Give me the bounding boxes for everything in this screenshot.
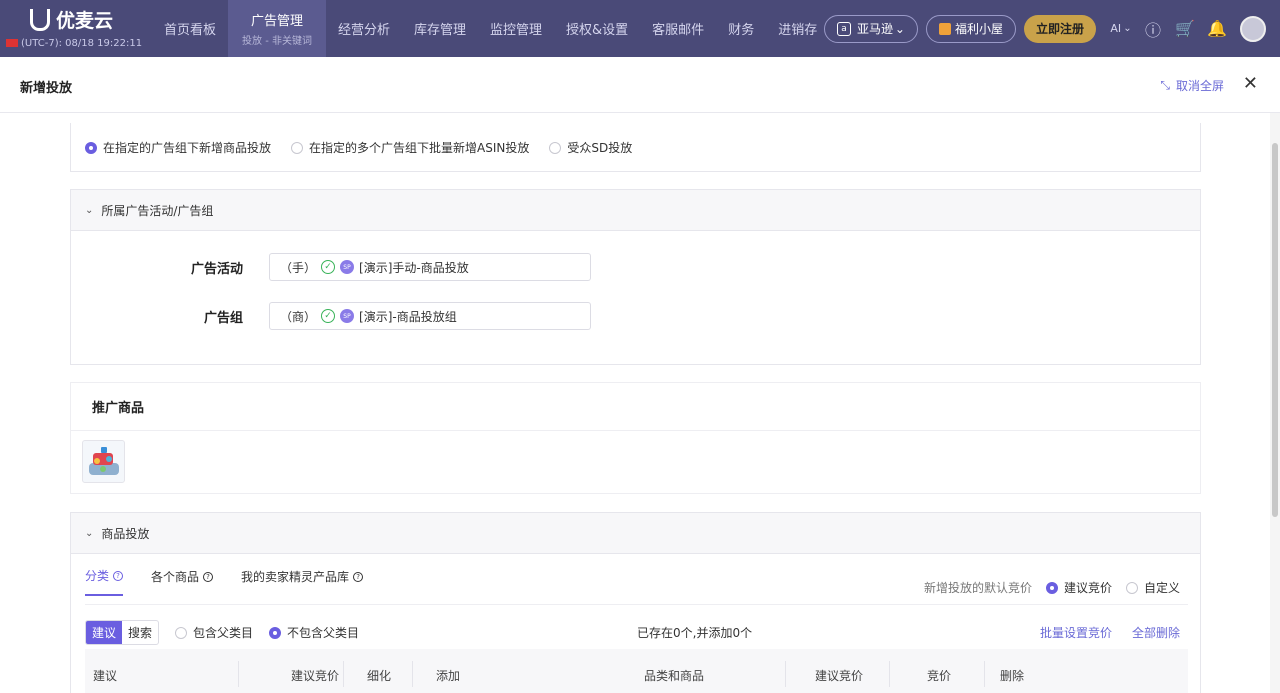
campaign-section-header[interactable]: ⌄ 所属广告活动/广告组 — [71, 190, 1200, 231]
register-button[interactable]: 立即注册 — [1023, 14, 1096, 43]
logo-mark-icon — [30, 8, 50, 31]
product-targeting-card: ⌄ 商品投放 分类? 各个商品? 我的卖家精灵产品库? 新增投放的默认竞价 建议竞… — [70, 512, 1201, 693]
chevron-down-icon: ⌄ — [85, 527, 94, 539]
col-add: 添加 — [436, 669, 461, 683]
column-divider — [785, 661, 786, 687]
chevron-down-icon: ⌄ — [85, 204, 94, 216]
radio-icon — [175, 626, 188, 639]
drawer-header: 新增投放 ⤡ 取消全屏 ✕ — [0, 57, 1280, 113]
nav-item-analysis[interactable]: 经营分析 — [326, 0, 402, 57]
avatar[interactable] — [1240, 15, 1266, 42]
nav-item-finance[interactable]: 财务 — [716, 0, 766, 57]
column-divider — [889, 661, 890, 687]
cart-icon[interactable]: 🛒 — [1170, 14, 1200, 44]
sp-badge-icon: SP — [340, 309, 355, 323]
radio-icon — [1125, 581, 1138, 594]
exit-fullscreen-button[interactable]: ⤡ 取消全屏 — [1160, 77, 1224, 94]
radio-icon — [85, 141, 97, 154]
ad-group-field[interactable]: （商） ✓ SP [演示]-商品投放组 — [269, 302, 591, 330]
drawer-title: 新增投放 — [20, 81, 73, 96]
help-icon: ? — [353, 571, 364, 582]
check-circle-icon: ✓ — [321, 309, 336, 323]
help-icon: ? — [113, 570, 124, 581]
column-divider — [238, 661, 239, 687]
radio-icon — [291, 141, 304, 154]
welfare-button[interactable]: 福利小屋 — [925, 14, 1016, 43]
seg-suggest[interactable]: 建议 — [86, 621, 123, 644]
col-suggested-bid-right: 建议竞价 — [815, 669, 864, 683]
col-bid: 竞价 — [927, 669, 952, 683]
drawer-body: 在指定的广告组下新增商品投放 在指定的多个广告组下批量新增ASIN投放 受众SD… — [0, 113, 1270, 693]
close-icon[interactable]: ✕ — [1243, 73, 1258, 94]
column-divider — [984, 661, 985, 687]
scrollbar-thumb[interactable] — [1272, 143, 1278, 517]
suggest-search-toggle: 建议 搜索 — [85, 620, 160, 645]
default-bid-label: 新增投放的默认竞价 — [923, 581, 1032, 595]
bid-option-custom[interactable]: 自定义 — [1125, 579, 1180, 596]
col-category-product: 品类和商品 — [644, 669, 705, 683]
marketplace-select[interactable]: a 亚马逊 ⌄ — [823, 14, 918, 43]
exclude-parent-option[interactable]: 不包含父类目 — [269, 624, 359, 641]
radio-icon — [1045, 581, 1058, 594]
collapse-icon: ⤡ — [1160, 78, 1170, 92]
promoted-product-card: 推广商品 — [70, 382, 1201, 494]
mode-option-multi-group-asin[interactable]: 在指定的多个广告组下批量新增ASIN投放 — [291, 139, 529, 156]
chevron-down-icon: ⌄ — [894, 21, 905, 36]
nav-item-monitor[interactable]: 监控管理 — [478, 0, 554, 57]
tab-category[interactable]: 分类? — [85, 567, 124, 596]
campaign-group-card: ⌄ 所属广告活动/广告组 广告活动 （手） ✓ SP [演示]手动-商品投放 广告… — [70, 189, 1201, 365]
targeting-table-header: 建议 建议竞价 细化 添加 品类和商品 建议竞价 竞价 删除 — [85, 649, 1188, 693]
nav-item-inventory[interactable]: 库存管理 — [402, 0, 478, 57]
brand-name: 优麦云 — [56, 10, 114, 32]
scrollbar[interactable] — [1270, 113, 1280, 693]
tab-seller-sprite-library[interactable]: 我的卖家精灵产品库? — [241, 567, 364, 596]
batch-bid-link[interactable]: 批量设置竞价 — [1040, 624, 1112, 641]
nav-item-ads[interactable]: 广告管理 投放 - 非关键词 — [228, 0, 326, 57]
brand[interactable]: 优麦云 (UTC-7): 08/18 19:22:11 — [0, 0, 152, 57]
radio-icon — [269, 626, 282, 639]
ai-icon[interactable]: AI ⌄ — [1106, 14, 1136, 44]
amazon-icon: a — [836, 21, 851, 36]
mode-option-audience-sd[interactable]: 受众SD投放 — [549, 139, 632, 156]
nav-item-auth-settings[interactable]: 授权&设置 — [554, 0, 640, 57]
target-count: 已存在0个,并添加0个 — [637, 626, 753, 640]
mode-option-single-group[interactable]: 在指定的广告组下新增商品投放 — [85, 139, 271, 156]
radio-icon — [549, 141, 562, 154]
default-bid-options: 新增投放的默认竞价 建议竞价 自定义 — [924, 579, 1180, 596]
column-divider — [343, 661, 344, 687]
seg-search[interactable]: 搜索 — [122, 621, 158, 644]
nav-item-ads-sub: 投放 - 非关键词 — [242, 36, 312, 47]
help-icon: ? — [203, 571, 214, 582]
check-circle-icon: ✓ — [321, 260, 336, 274]
campaign-label: 广告活动 — [190, 261, 243, 277]
campaign-field[interactable]: （手） ✓ SP [演示]手动-商品投放 — [269, 253, 591, 281]
top-navbar: 优麦云 (UTC-7): 08/18 19:22:11 首页看板 广告管理 投放 … — [0, 0, 1280, 57]
logo: 优麦云 — [30, 6, 113, 33]
house-icon — [938, 22, 951, 35]
col-delete: 删除 — [1000, 669, 1025, 683]
bid-option-suggested[interactable]: 建议竞价 — [1045, 579, 1112, 596]
tab-individual-products[interactable]: 各个商品? — [151, 567, 214, 596]
help-icon[interactable]: ⓘ — [1138, 14, 1168, 44]
nav-item-dashboard[interactable]: 首页看板 — [152, 0, 228, 57]
bell-icon[interactable]: 🔔 — [1202, 14, 1232, 44]
product-thumbnail[interactable] — [82, 440, 125, 483]
promoted-product-title: 推广商品 — [71, 383, 1200, 431]
include-parent-option[interactable]: 包含父类目 — [175, 624, 253, 641]
col-refine: 细化 — [367, 669, 392, 683]
tab-divider — [85, 604, 1188, 605]
nav-item-service-mail[interactable]: 客服邮件 — [640, 0, 716, 57]
sp-badge-icon: SP — [340, 260, 355, 274]
timezone-clock: (UTC-7): 08/18 19:22:11 — [6, 38, 142, 49]
us-flag-icon — [6, 39, 18, 47]
mode-card: 在指定的广告组下新增商品投放 在指定的多个广告组下批量新增ASIN投放 受众SD… — [70, 123, 1201, 172]
col-suggested-bid: 建议竞价 — [291, 669, 340, 683]
group-label: 广告组 — [203, 310, 243, 326]
col-suggest: 建议 — [93, 669, 118, 683]
column-divider — [412, 661, 413, 687]
targeting-section-header[interactable]: ⌄ 商品投放 — [71, 513, 1200, 554]
delete-all-link[interactable]: 全部删除 — [1132, 624, 1180, 641]
